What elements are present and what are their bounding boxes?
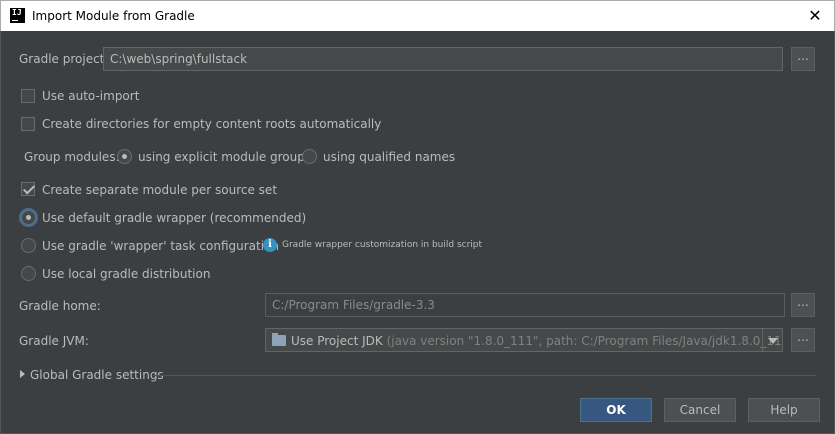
expand-triangle-icon[interactable] [20,370,25,378]
separate-module-checkbox[interactable] [21,182,35,196]
intellij-app-icon: IJ [10,8,25,23]
default-wrapper-radio[interactable] [21,210,36,225]
create-dirs-checkbox[interactable] [21,117,35,131]
default-wrapper-label: Use default gradle wrapper (recommended) [42,211,307,225]
separate-module-label: Create separate module per source set [42,183,278,197]
global-settings-toggle[interactable]: Global Gradle settings [30,368,164,382]
help-button[interactable]: Help [748,398,820,422]
title-bar: IJ Import Module from Gradle ✕ [0,0,835,31]
group-explicit-radio[interactable] [117,149,132,164]
group-modules-label: Group modules: [24,150,120,164]
wrapper-task-label: Use gradle 'wrapper' task configuration [42,239,280,253]
group-qualified-label: using qualified names [323,150,456,164]
info-icon: i [263,238,277,252]
auto-import-label: Use auto-import [42,89,140,103]
gradle-jvm-label: Gradle JVM: [19,334,89,348]
gradle-home-input[interactable]: C:/Program Files/gradle-3.3 [265,293,785,317]
cancel-button[interactable]: Cancel [664,398,736,422]
gradle-jvm-browse-button[interactable]: ... [791,328,815,352]
local-distribution-label: Use local gradle distribution [42,267,211,281]
wrapper-hint-text: Gradle wrapper customization in build sc… [282,240,483,250]
auto-import-checkbox[interactable] [21,89,35,103]
gradle-jvm-detail: (java version "1.8.0_111", path: C:/Prog… [386,334,783,348]
gradle-home-label: Gradle home: [19,299,101,313]
gradle-project-label: Gradle project: [19,52,109,66]
chevron-down-icon[interactable] [762,329,782,351]
gradle-home-browse-button[interactable]: ... [791,293,815,317]
window-title: Import Module from Gradle [32,9,195,23]
gradle-jvm-select[interactable]: Use Project JDK (java version "1.8.0_111… [265,328,783,352]
group-explicit-label: using explicit module groups [138,150,312,164]
gradle-project-input[interactable]: C:\web\spring\fullstack [103,47,783,71]
group-qualified-radio[interactable] [302,149,317,164]
wrapper-task-radio[interactable] [21,238,36,253]
dialog-content: Gradle project: C:\web\spring\fullstack … [0,31,835,434]
ok-button[interactable]: OK [580,398,652,422]
section-divider [153,375,816,376]
close-icon[interactable]: ✕ [804,5,826,27]
gradle-jvm-value: Use Project JDK (java version "1.8.0_111… [291,334,783,348]
create-dirs-label: Create directories for empty content roo… [42,117,382,131]
jdk-folder-icon [272,333,286,346]
local-distribution-radio[interactable] [21,266,36,281]
gradle-project-browse-button[interactable]: ... [791,47,815,71]
